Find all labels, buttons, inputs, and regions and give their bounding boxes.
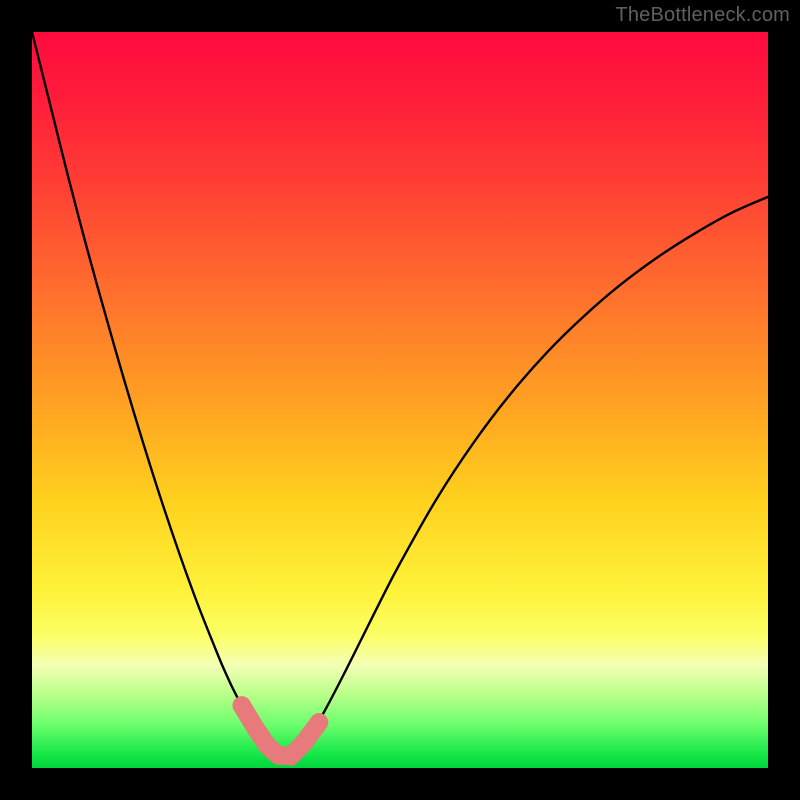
marker-dot (310, 713, 328, 731)
marker-dot (233, 696, 251, 714)
marker-dot (247, 721, 265, 739)
curve-markers (233, 696, 329, 765)
plot-area (32, 32, 768, 768)
marker-dot (282, 747, 300, 765)
marker-dot (295, 733, 313, 751)
chart-frame: TheBottleneck.com (0, 0, 800, 800)
watermark-text: TheBottleneck.com (615, 4, 790, 27)
curve-svg (32, 32, 768, 768)
bottleneck-curve-path (32, 32, 768, 757)
